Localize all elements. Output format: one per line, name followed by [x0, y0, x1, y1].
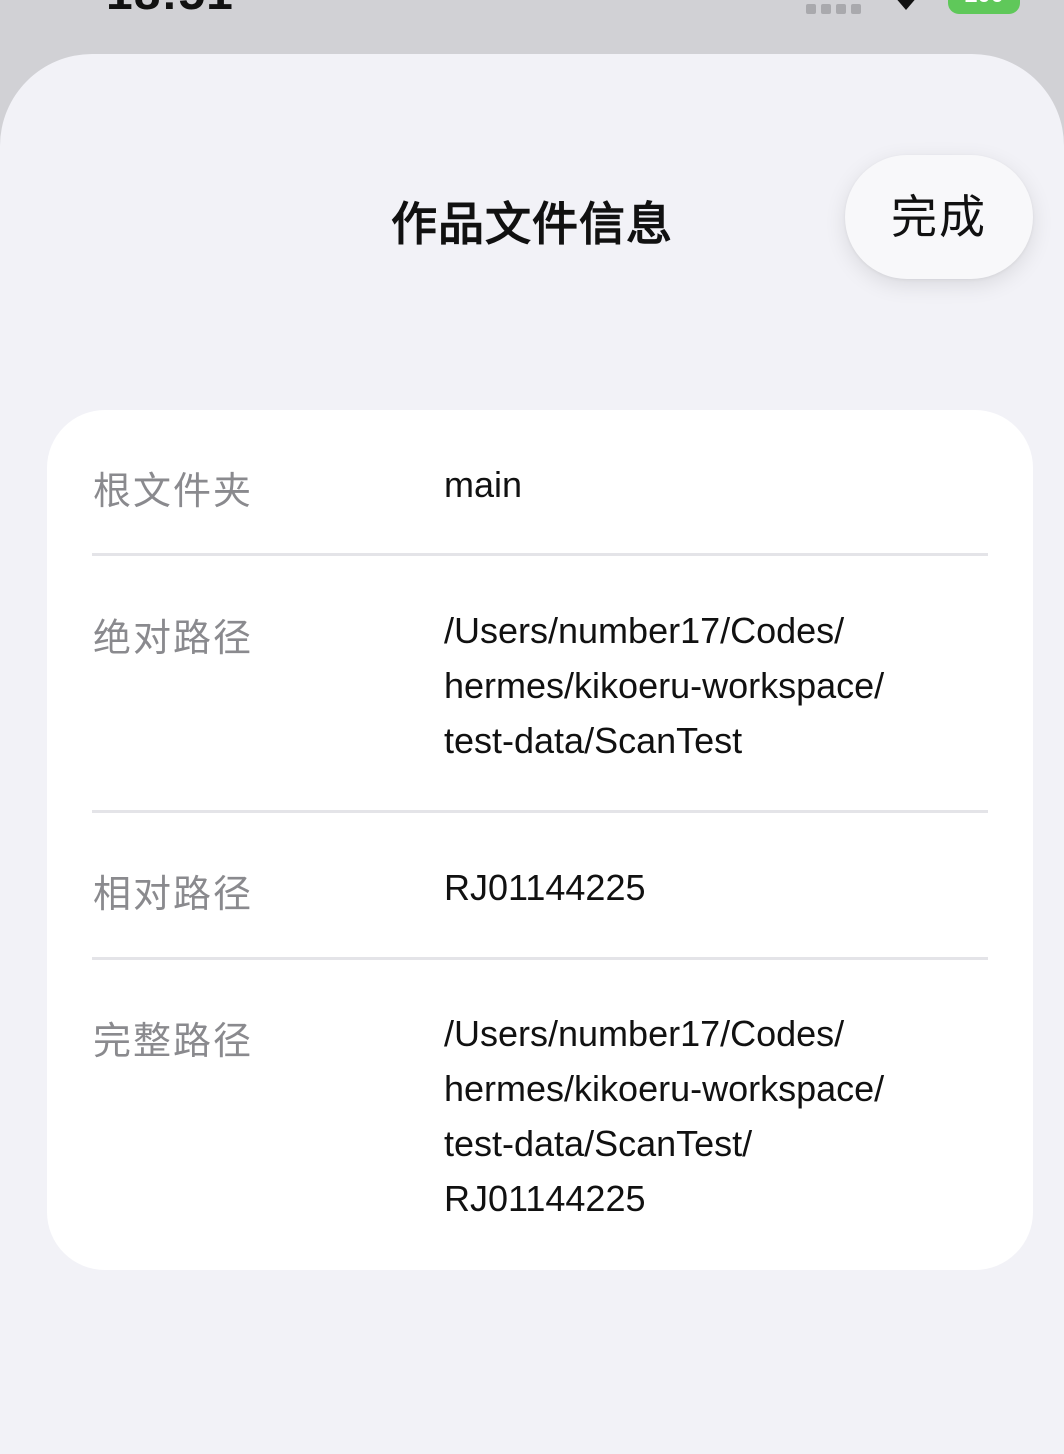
row-label: 根文件夹: [93, 469, 254, 513]
cellular-signal-icon: [806, 4, 861, 14]
status-time: 18:51: [106, 0, 234, 21]
wifi-icon: [897, 0, 915, 10]
value-line: hermes/kikoeru-workspace/: [444, 1068, 885, 1109]
file-info-sheet: 作品文件信息 完成 根文件夹 main 绝对路径 /Users/number17…: [0, 54, 1064, 1454]
row-value[interactable]: RJ01144225: [444, 860, 1004, 915]
battery-icon: 100: [948, 0, 1020, 14]
value-line: test-data/ScanTest/: [444, 1123, 753, 1164]
row-value[interactable]: main: [444, 457, 1004, 512]
divider: [92, 810, 988, 813]
done-button[interactable]: 完成: [845, 155, 1033, 279]
value-line: /Users/number17/Codes/: [444, 1013, 845, 1054]
divider: [92, 553, 988, 556]
status-bar: 18:51 100: [0, 0, 1064, 54]
row-label: 完整路径: [93, 1019, 254, 1063]
value-line: hermes/kikoeru-workspace/: [444, 665, 885, 706]
value-line: RJ01144225: [444, 867, 646, 908]
info-card: 根文件夹 main 绝对路径 /Users/number17/Codes/ he…: [47, 410, 1033, 1270]
value-line: RJ01144225: [444, 1178, 646, 1219]
row-label: 相对路径: [93, 872, 254, 916]
value-line: main: [444, 464, 523, 505]
row-label: 绝对路径: [93, 616, 254, 660]
divider: [92, 957, 988, 960]
value-line: test-data/ScanTest: [444, 720, 743, 761]
row-value[interactable]: /Users/number17/Codes/ hermes/kikoeru-wo…: [444, 603, 1004, 768]
value-line: /Users/number17/Codes/: [444, 610, 845, 651]
row-value[interactable]: /Users/number17/Codes/ hermes/kikoeru-wo…: [444, 1006, 1004, 1226]
